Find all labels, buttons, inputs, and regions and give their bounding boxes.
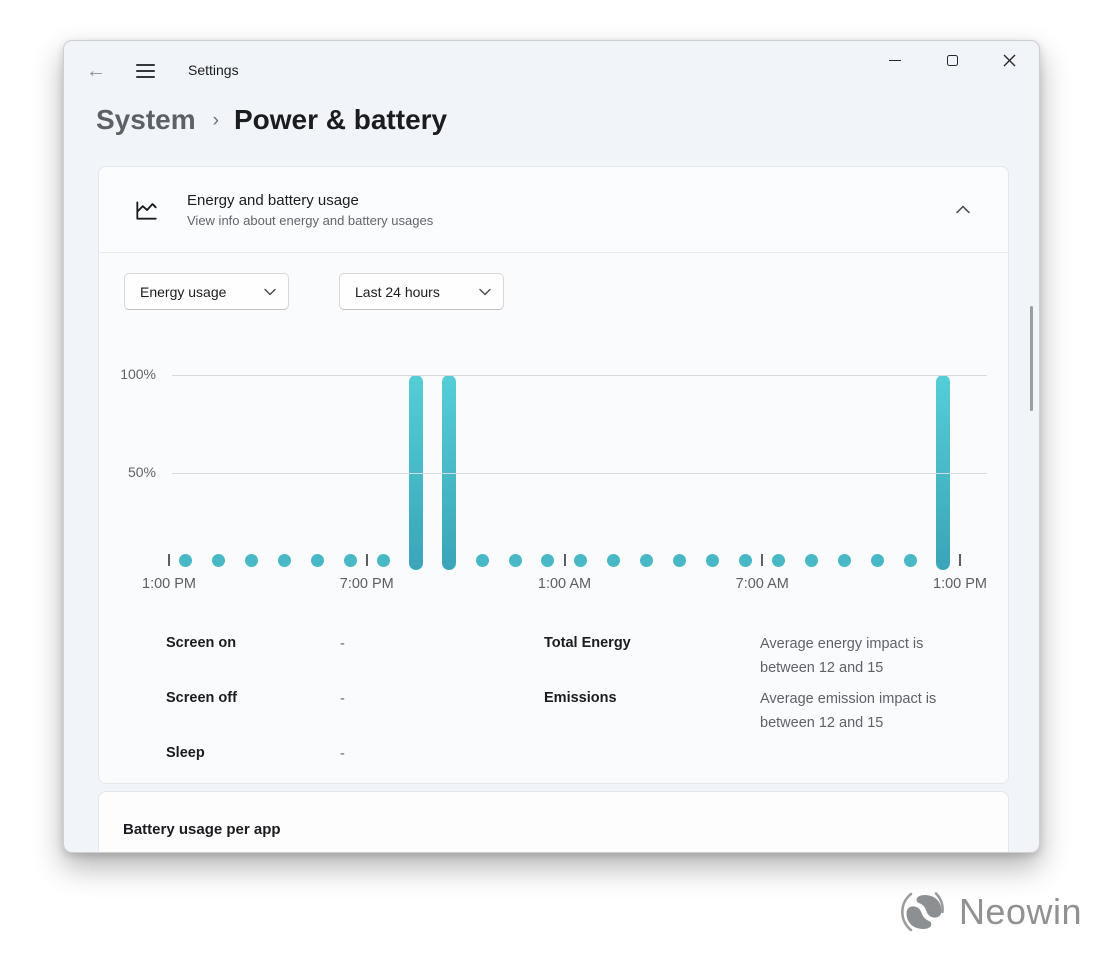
settings-window: ← Settings System › Power & battery <box>63 40 1040 853</box>
stat-sleep: Sleep - <box>166 735 544 784</box>
back-button[interactable]: ← <box>82 57 110 85</box>
chart-y-label: 100% <box>99 366 156 382</box>
chart-dot <box>311 554 324 567</box>
minimize-button[interactable] <box>872 43 918 77</box>
line-chart-icon <box>133 197 159 223</box>
chart-dot <box>541 554 554 567</box>
branding: Neowin <box>898 886 1082 938</box>
stat-total-energy: Total Energy Average energy impact is be… <box>544 625 978 680</box>
usage-type-value: Energy usage <box>140 284 264 300</box>
usage-stats: Screen on - Screen off - Sleep - Total E… <box>166 625 978 784</box>
battery-per-app-card: Battery usage per app <box>98 791 1009 853</box>
chart-dot <box>805 554 818 567</box>
chevron-down-icon <box>264 288 276 296</box>
usage-type-dropdown[interactable]: Energy usage <box>124 273 289 310</box>
breadcrumb: System › Power & battery <box>96 101 447 139</box>
chart-dot <box>476 554 489 567</box>
filter-row: Energy usage Last 24 hours <box>124 273 504 310</box>
chart-gridline <box>172 375 987 376</box>
chart-x-tick <box>564 554 566 566</box>
chart-dot <box>904 554 917 567</box>
chart-dot <box>278 554 291 567</box>
chart-x-tick-label: 1:00 PM <box>124 576 214 592</box>
energy-usage-chart: 100% 50% 1:00 PM 7:00 PM 1:00 AM 7:00 AM 1:00 … <box>99 358 1009 603</box>
breadcrumb-separator-icon: › <box>213 110 219 132</box>
chart-dot <box>377 554 390 567</box>
chart-x-tick-label: 7:00 AM <box>717 576 807 592</box>
navigation-menu-button[interactable] <box>132 61 158 81</box>
chart-dot <box>838 554 851 567</box>
time-range-dropdown[interactable]: Last 24 hours <box>339 273 504 310</box>
app-title: Settings <box>188 62 239 78</box>
minimize-icon <box>889 60 901 61</box>
energy-card-body: Energy usage Last 24 hours 100% 50% 1:00 P… <box>99 253 1008 784</box>
maximize-button[interactable] <box>929 43 975 77</box>
chart-y-label: 50% <box>99 464 156 480</box>
chevron-up-icon <box>956 205 970 214</box>
chart-dot <box>706 554 719 567</box>
chart-x-tick-label: 7:00 PM <box>322 576 412 592</box>
chart-x-tick <box>761 554 763 566</box>
stat-screen-on: Screen on - <box>166 625 544 680</box>
titlebar: ← Settings <box>64 41 1039 101</box>
chart-x-tick <box>168 554 170 566</box>
chart-dot <box>871 554 884 567</box>
breadcrumb-system[interactable]: System <box>96 104 196 136</box>
chart-dot <box>509 554 522 567</box>
energy-card-header[interactable]: Energy and battery usage View info about… <box>99 167 1008 252</box>
hamburger-icon <box>136 64 155 66</box>
chart-dot <box>640 554 653 567</box>
scrollbar-thumb[interactable] <box>1030 306 1033 411</box>
chart-dot <box>607 554 620 567</box>
branding-name: Neowin <box>959 891 1082 933</box>
neowin-logo-icon <box>898 886 950 938</box>
chart-dot <box>673 554 686 567</box>
energy-card-title: Energy and battery usage <box>187 192 946 209</box>
chart-x-tick <box>366 554 368 566</box>
energy-card-subtitle: View info about energy and battery usage… <box>187 213 946 228</box>
stat-emissions: Emissions Average emission impact is bet… <box>544 680 978 735</box>
battery-per-app-title: Battery usage per app <box>99 792 1008 838</box>
chart-dot <box>772 554 785 567</box>
collapse-button[interactable] <box>946 196 980 224</box>
chart-x-tick <box>959 554 961 566</box>
chart-gridline <box>172 473 987 474</box>
energy-usage-card: Energy and battery usage View info about… <box>98 166 1009 784</box>
chart-dot <box>574 554 587 567</box>
chart-x-tick-label: 1:00 AM <box>520 576 610 592</box>
chart-dot <box>212 554 225 567</box>
page-title: Power & battery <box>234 104 447 136</box>
maximize-icon <box>947 55 958 66</box>
close-button[interactable] <box>986 43 1032 77</box>
chart-dot <box>245 554 258 567</box>
stat-screen-off: Screen off - <box>166 680 544 735</box>
back-arrow-icon: ← <box>86 60 106 83</box>
chevron-down-icon <box>479 288 491 296</box>
chart-dot <box>739 554 752 567</box>
time-range-value: Last 24 hours <box>355 284 479 300</box>
chart-dot <box>344 554 357 567</box>
chart-x-tick-label: 1:00 PM <box>915 576 1005 592</box>
close-icon <box>1003 54 1016 67</box>
chart-dot <box>179 554 192 567</box>
